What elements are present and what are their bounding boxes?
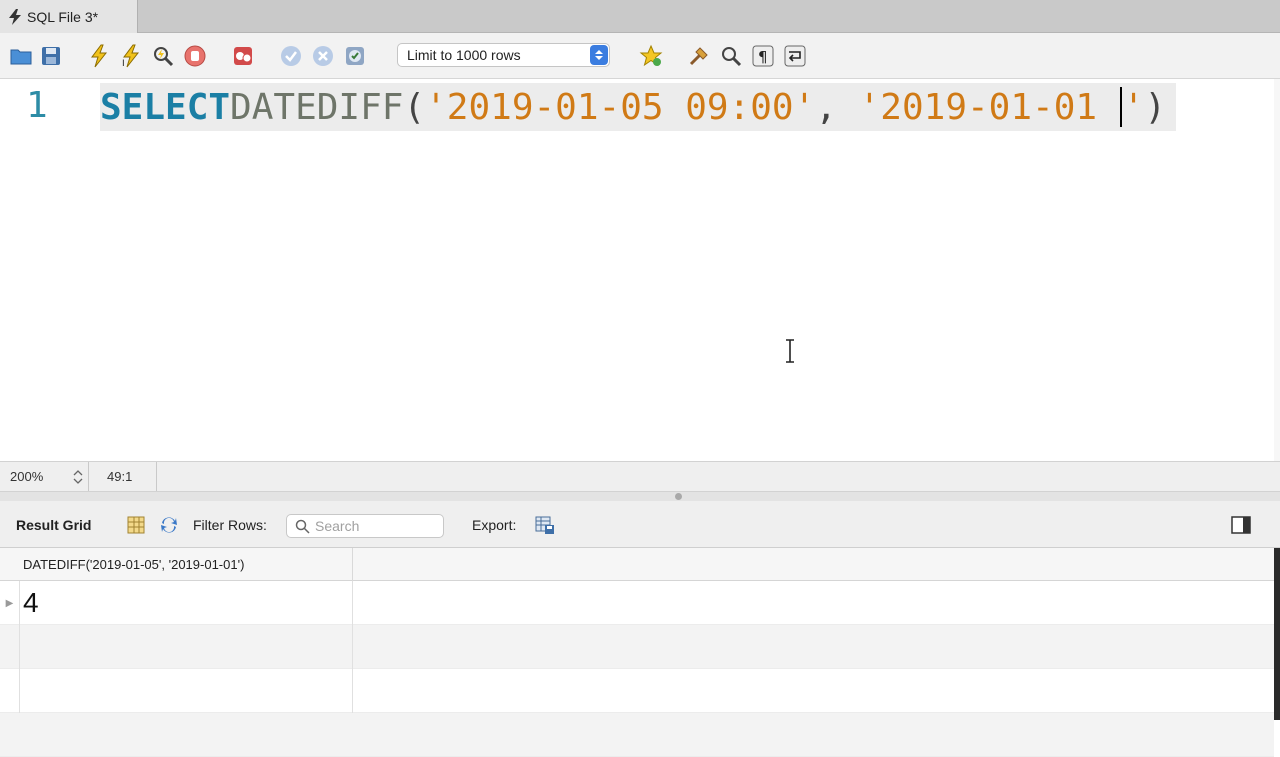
table-cell[interactable]: 4 [20, 581, 353, 625]
empty-cell [20, 669, 353, 713]
open-paren: ( [403, 86, 426, 128]
export-label: Export: [472, 517, 517, 533]
sql-string-2-quote: ' [1122, 86, 1145, 128]
commit-icon[interactable] [278, 43, 304, 69]
zoom-value: 200% [10, 469, 44, 484]
column-header[interactable]: DATEDIFF('2019-01-05', '2019-01-01') [20, 548, 353, 581]
empty-row [0, 669, 1274, 713]
code-line[interactable]: SELECT DATEDIFF('2019-01-05 09:00', '201… [100, 83, 1177, 131]
sql-editor[interactable]: 1 SELECT DATEDIFF('2019-01-05 09:00', '2… [0, 79, 1280, 461]
toggle-side-panel-icon[interactable] [1230, 514, 1252, 536]
editor-scrollbar[interactable] [1274, 79, 1280, 461]
text-caret [1119, 87, 1122, 127]
tab-bar: SQL File 3* [0, 0, 1280, 33]
tab-sql-file[interactable]: SQL File 3* [0, 0, 138, 33]
execute-icon[interactable] [86, 43, 112, 69]
row-marker [0, 669, 20, 713]
search-icon [295, 519, 310, 534]
cursor-position: 49:1 [90, 462, 157, 491]
stepper-icon [73, 470, 83, 484]
filter-rows-label: Filter Rows: [193, 517, 267, 533]
invisibles-icon[interactable]: ¶ [750, 43, 776, 69]
line-number: 1 [26, 85, 48, 126]
lightning-icon [9, 8, 21, 25]
grid-header: DATEDIFF('2019-01-05', '2019-01-01') [0, 548, 1274, 581]
snippet-star-icon[interactable] [638, 43, 664, 69]
search-placeholder: Search [315, 518, 360, 534]
autocommit-icon[interactable] [342, 43, 368, 69]
zoom-select[interactable]: 200% [0, 462, 89, 491]
toggle-error-icon[interactable] [230, 43, 256, 69]
result-toolbar: Result Grid Filter Rows: Search Export: [0, 501, 1280, 548]
row-marker [0, 625, 20, 669]
editor-status-bar: 200% 49:1 [0, 461, 1280, 492]
sql-string-2: '2019-01-01 [858, 86, 1119, 128]
wrap-icon[interactable] [782, 43, 808, 69]
pane-splitter[interactable] [0, 492, 1280, 501]
svg-text:¶: ¶ [758, 48, 768, 66]
splitter-handle-icon[interactable] [675, 493, 682, 500]
sql-function: DATEDIFF [230, 86, 404, 128]
export-icon[interactable] [534, 514, 556, 536]
empty-row [0, 625, 1274, 669]
beautify-icon[interactable] [686, 43, 712, 69]
comma: , [815, 86, 859, 128]
close-paren: ) [1144, 86, 1167, 128]
refresh-icon[interactable] [158, 514, 180, 536]
explain-icon[interactable] [150, 43, 176, 69]
sql-string-1: '2019-01-05 09:00' [425, 86, 816, 128]
save-icon[interactable] [38, 43, 64, 69]
limit-rows-value: Limit to 1000 rows [407, 47, 521, 63]
stop-icon[interactable] [182, 43, 208, 69]
window-edge [1274, 548, 1280, 720]
table-row[interactable]: ▶ 4 [0, 581, 1274, 625]
result-grid-title: Result Grid [16, 517, 92, 533]
limit-rows-select[interactable]: Limit to 1000 rows [397, 43, 610, 67]
open-folder-icon[interactable] [8, 43, 34, 69]
find-icon[interactable] [718, 43, 744, 69]
filter-search-input[interactable]: Search [286, 514, 444, 538]
sql-keyword: SELECT [100, 86, 231, 128]
select-arrows-icon [590, 45, 608, 65]
row-selected-arrow-icon: ▶ [0, 581, 20, 625]
result-grid: DATEDIFF('2019-01-05', '2019-01-01') ▶ 4 [0, 548, 1274, 757]
editor-toolbar: I Limit to 1000 rows ¶ [0, 33, 1280, 79]
empty-cell [20, 625, 353, 669]
svg-text:I: I [122, 59, 125, 68]
ibeam-cursor-icon [786, 339, 794, 363]
grid-view-icon[interactable] [125, 514, 147, 536]
tab-title: SQL File 3* [27, 8, 99, 25]
rollback-icon[interactable] [310, 43, 336, 69]
execute-current-icon[interactable]: I [118, 43, 144, 69]
